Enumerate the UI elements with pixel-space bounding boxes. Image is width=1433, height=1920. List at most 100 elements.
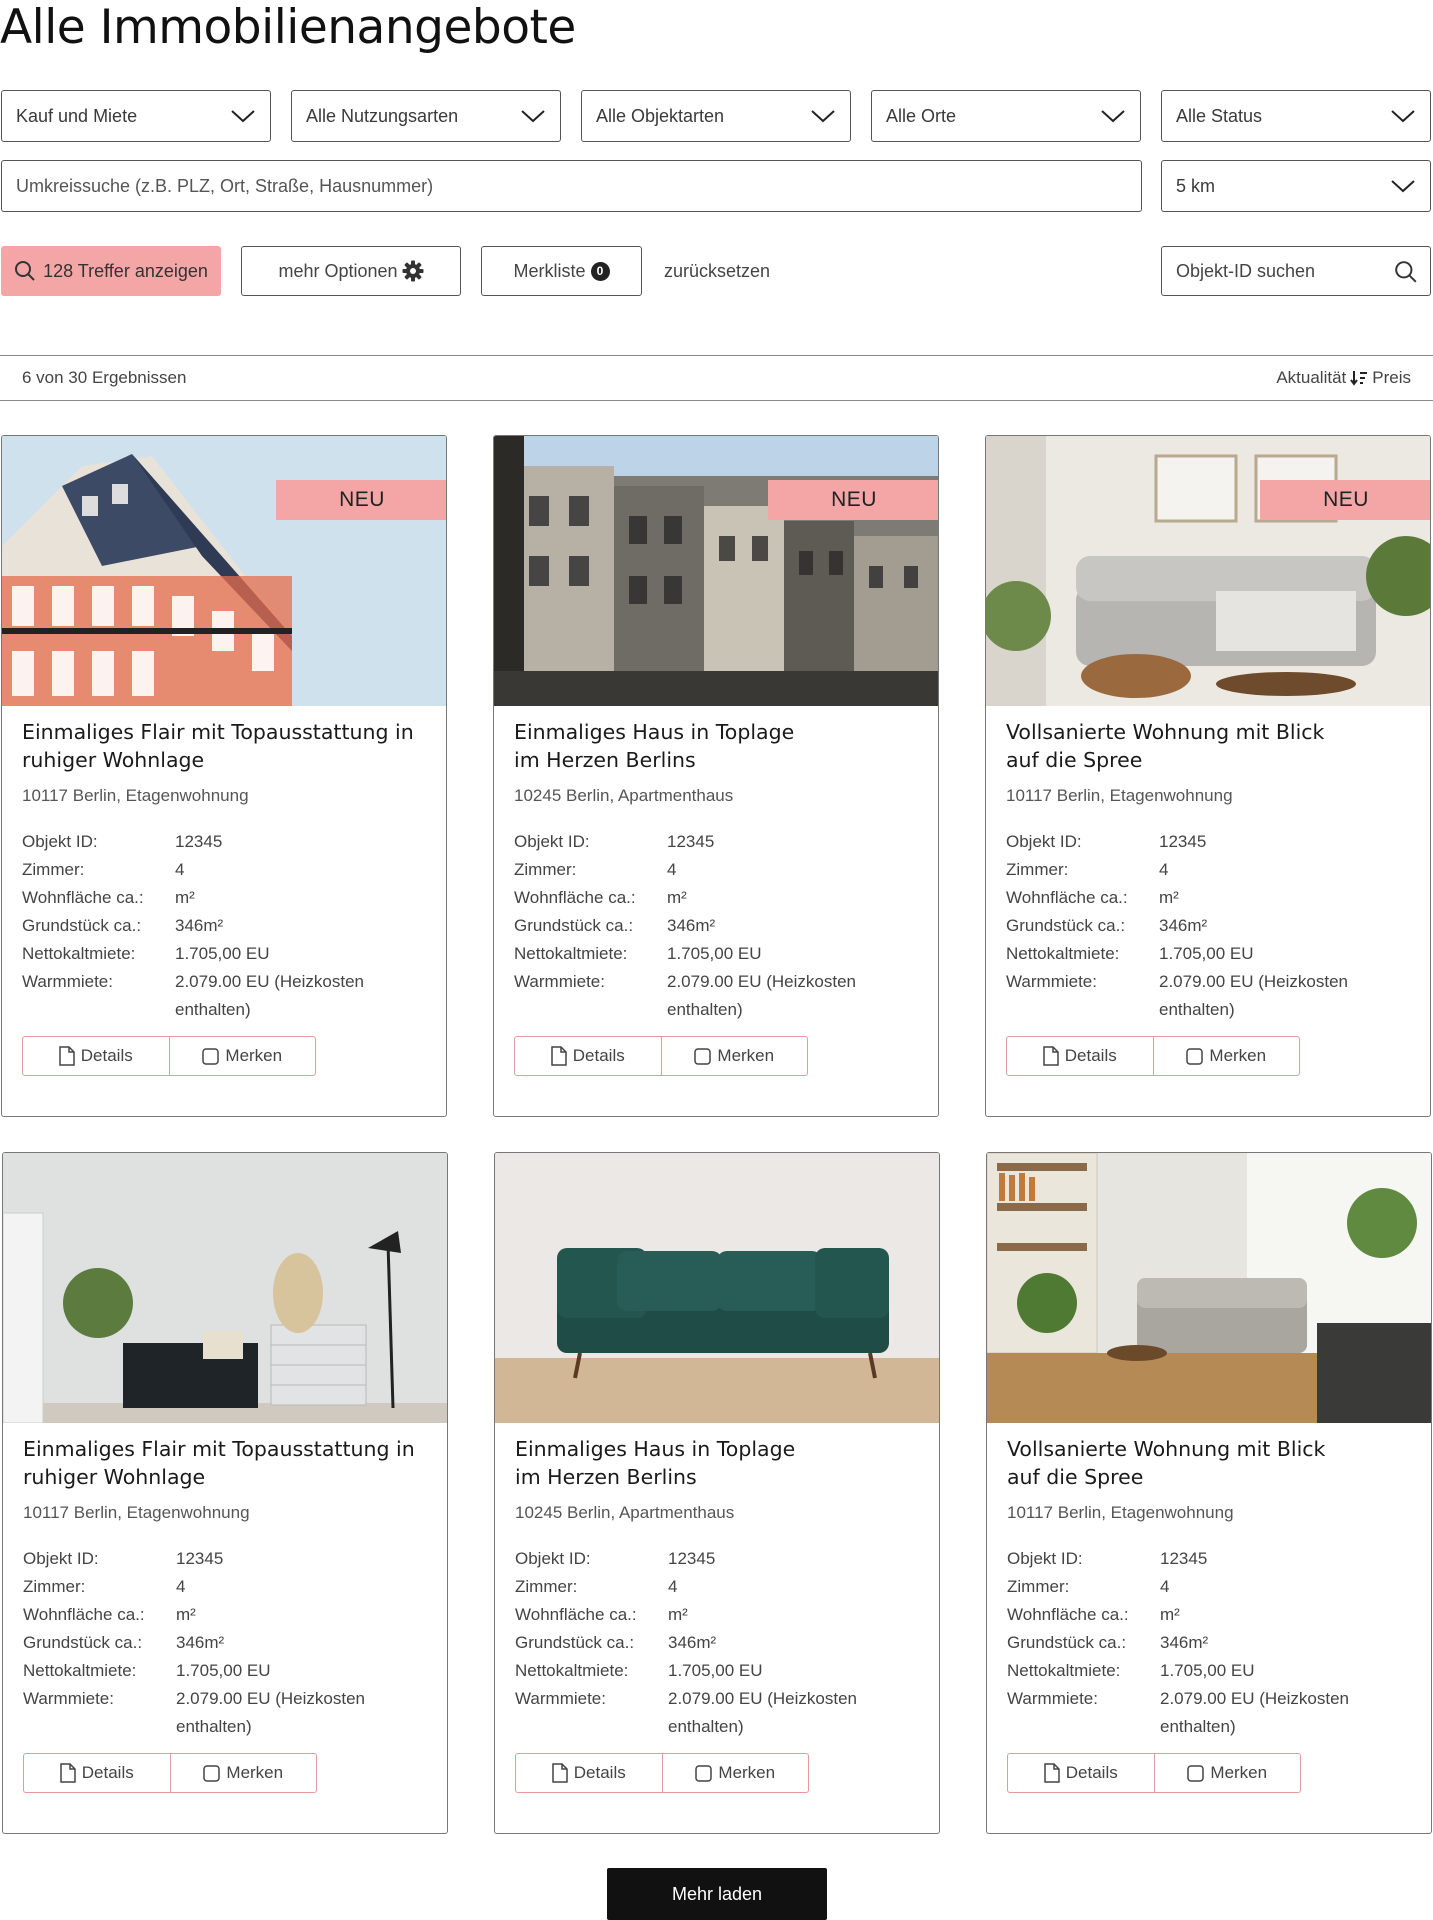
sort-secondary-label: Preis (1372, 368, 1411, 387)
listing-title[interactable]: Einmaliges Haus in Toplage im Herzen Ber… (515, 1435, 815, 1491)
details-button[interactable]: Details (515, 1037, 661, 1075)
merken-button[interactable]: Merken (1152, 1037, 1300, 1075)
result-count: 6 von 30 Ergebnissen (22, 368, 187, 387)
prop-label: Zimmer: (514, 860, 577, 879)
merken-button[interactable]: Merken (660, 1037, 808, 1075)
details-label: Details (1065, 1763, 1118, 1782)
orte-select[interactable]: Alle Orte (871, 90, 1141, 142)
listing-properties: Objekt ID: 12345 Zimmer: 4 Wohnfläche ca.:… (22, 828, 432, 1024)
prop-label: Objekt ID: (514, 832, 590, 851)
details-button[interactable]: Details (1007, 1037, 1153, 1075)
merken-label: Merken (1209, 1046, 1267, 1065)
show-results-label: 128 Treffer anzeigen (43, 260, 208, 281)
prop-value: 12345 (1159, 832, 1207, 851)
checkbox-icon (694, 1047, 712, 1065)
objekt-id-placeholder: Objekt-ID suchen (1176, 260, 1316, 281)
listing-actions: Details Merken (23, 1753, 317, 1793)
show-results-button[interactable]: 128 Treffer anzeigen (1, 246, 221, 296)
details-button[interactable]: Details (1008, 1754, 1154, 1792)
listing-title[interactable]: Einmaliges Haus in Toplage im Herzen Ber… (514, 718, 814, 774)
chevron-down-icon (1391, 180, 1415, 193)
listing-properties: Objekt ID: 12345 Zimmer: 4 Wohnfläche ca.:… (1007, 1545, 1417, 1741)
more-options-label: mehr Optionen (278, 260, 398, 281)
listing-card[interactable]: Einmaliges Flair mit Topausstattung in r… (2, 1152, 448, 1834)
prop-value: m² (1159, 888, 1179, 907)
prop-label: Warmmiete: (1007, 1689, 1098, 1708)
prop-label: Wohnfläche ca.: (22, 888, 144, 907)
document-icon (551, 1046, 567, 1066)
new-badge: NEU (768, 480, 938, 520)
kauf-miete-select[interactable]: Kauf und Miete (1, 90, 271, 142)
listing-location: 10245 Berlin, Apartmenthaus (514, 786, 734, 805)
document-icon (60, 1763, 76, 1783)
search-icon[interactable] (1394, 260, 1418, 284)
prop-value: 1.705,00 EU (176, 1661, 271, 1680)
prop-value: 1.705,00 EU (1160, 1661, 1255, 1680)
sort-icon (1350, 371, 1368, 386)
listing-properties: Objekt ID: 12345 Zimmer: 4 Wohnfläche ca.:… (23, 1545, 433, 1741)
prop-label: Zimmer: (22, 860, 85, 879)
objekt-id-search-input[interactable]: Objekt-ID suchen (1161, 246, 1431, 296)
listing-location: 10117 Berlin, Etagenwohnung (22, 786, 249, 805)
prop-label: Grundstück ca.: (1006, 916, 1126, 935)
listing-image[interactable] (987, 1153, 1431, 1423)
nutzungsarten-select[interactable]: Alle Nutzungsarten (291, 90, 561, 142)
merken-button[interactable]: Merken (1153, 1754, 1301, 1792)
watchlist-button[interactable]: Merkliste 0 (481, 246, 642, 296)
prop-value: 346m² (1159, 916, 1208, 935)
prop-label: Wohnfläche ca.: (514, 888, 636, 907)
objektarten-value: Alle Objektarten (596, 105, 725, 126)
prop-label: Zimmer: (23, 1577, 86, 1596)
listing-image[interactable]: NEU (986, 436, 1430, 706)
merken-button[interactable]: Merken (169, 1754, 317, 1792)
document-icon (552, 1763, 568, 1783)
listing-image[interactable]: NEU (494, 436, 938, 706)
load-more-button[interactable]: Mehr laden (607, 1868, 827, 1920)
merken-button[interactable]: Merken (168, 1037, 316, 1075)
prop-value: 4 (175, 860, 185, 879)
listing-location: 10117 Berlin, Etagenwohnung (1006, 786, 1233, 805)
more-options-button[interactable]: mehr Optionen (241, 246, 461, 296)
reset-label: zurücksetzen (663, 260, 771, 281)
prop-value: 1.705,00 EU (175, 944, 270, 963)
prop-value: m² (667, 888, 687, 907)
listing-image[interactable]: NEU (2, 436, 446, 706)
listing-card[interactable]: NEU Einmaliges Flair mit Topausstattung … (1, 435, 447, 1117)
prop-label: Objekt ID: (22, 832, 98, 851)
listing-card[interactable]: NEU Einmaliges Haus in Toplage im Herzen… (493, 435, 939, 1117)
umkreis-input[interactable]: Umkreissuche (z.B. PLZ, Ort, Straße, Hau… (1, 160, 1142, 212)
details-button[interactable]: Details (24, 1754, 170, 1792)
document-icon (1043, 1046, 1059, 1066)
chevron-down-icon (231, 110, 255, 123)
reset-link[interactable]: zurücksetzen (662, 246, 772, 296)
listing-image[interactable] (495, 1153, 939, 1423)
watchlist-count-badge: 0 (590, 261, 610, 281)
prop-value: 12345 (175, 832, 223, 851)
prop-label: Wohnfläche ca.: (1007, 1605, 1129, 1624)
listing-card[interactable]: Vollsanierte Wohnung mit Blick auf die S… (986, 1152, 1432, 1834)
listing-card[interactable]: NEU Vollsanierte Wohnung mit Blick auf d… (985, 435, 1431, 1117)
listing-location: 10117 Berlin, Etagenwohnung (23, 1503, 250, 1522)
merken-button[interactable]: Merken (661, 1754, 809, 1792)
prop-value: 12345 (668, 1549, 716, 1568)
listing-title[interactable]: Einmaliges Flair mit Topausstattung in r… (22, 718, 422, 774)
objektarten-select[interactable]: Alle Objektarten (581, 90, 851, 142)
radius-select[interactable]: 5 km (1161, 160, 1431, 212)
prop-label: Wohnfläche ca.: (1006, 888, 1128, 907)
divider (0, 355, 1433, 356)
search-icon (15, 261, 35, 281)
prop-label: Grundstück ca.: (1007, 1633, 1127, 1652)
new-badge: NEU (276, 480, 446, 520)
listing-card[interactable]: Einmaliges Haus in Toplage im Herzen Ber… (494, 1152, 940, 1834)
listing-title[interactable]: Vollsanierte Wohnung mit Blick auf die S… (1006, 718, 1326, 774)
sort-primary-label: Aktualität (1276, 368, 1347, 387)
prop-value: 2.079.00 EU (Heizkosten enthalten) (1159, 972, 1348, 1019)
details-button[interactable]: Details (516, 1754, 662, 1792)
listing-title[interactable]: Vollsanierte Wohnung mit Blick auf die S… (1007, 1435, 1327, 1491)
listing-title[interactable]: Einmaliges Flair mit Topausstattung in r… (23, 1435, 423, 1491)
prop-label: Nettokaltmiete: (515, 1661, 629, 1680)
status-select[interactable]: Alle Status (1161, 90, 1431, 142)
details-button[interactable]: Details (23, 1037, 169, 1075)
listing-image[interactable] (3, 1153, 447, 1423)
sort-control[interactable]: Aktualität Preis (1276, 368, 1411, 388)
